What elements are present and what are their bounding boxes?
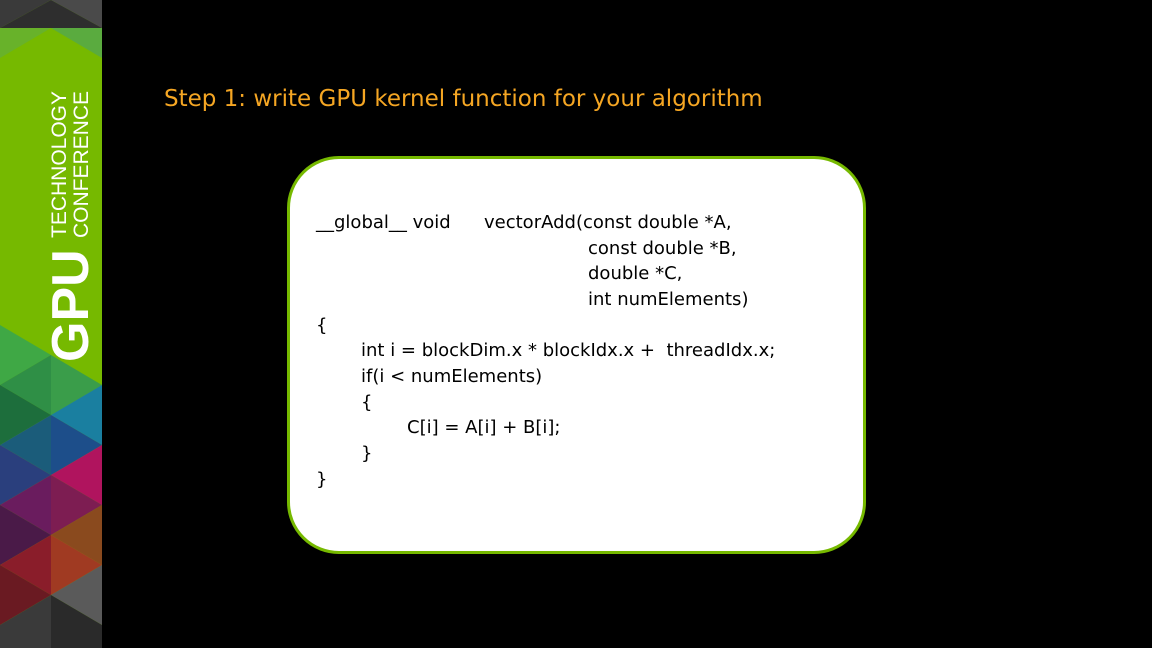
code-line: if(i < numElements) bbox=[361, 366, 543, 387]
sidebar-pattern bbox=[0, 0, 102, 648]
code-line: const double *B, bbox=[588, 238, 737, 259]
code-line: } bbox=[361, 443, 373, 464]
code-line: __global__ void bbox=[316, 212, 451, 233]
conference-sidebar: GPU TECHNOLOGY CONFERENCE bbox=[0, 0, 102, 648]
code-line: { bbox=[316, 315, 328, 336]
code-line: int i = blockDim.x * blockIdx.x + thread… bbox=[361, 340, 776, 361]
code-line: double *C, bbox=[588, 263, 683, 284]
code-line: { bbox=[361, 392, 373, 413]
code-line: } bbox=[316, 469, 328, 490]
code-line: int numElements) bbox=[588, 289, 749, 310]
slide: GPU TECHNOLOGY CONFERENCE Step 1: write … bbox=[0, 0, 1152, 648]
code-line: vectorAdd(const double *A, bbox=[484, 212, 732, 233]
code-panel: __global__ void vectorAdd(const double *… bbox=[287, 156, 866, 554]
code-line: C[i] = A[i] + B[i]; bbox=[407, 417, 561, 438]
code-block: __global__ void vectorAdd(const double *… bbox=[290, 159, 863, 551]
slide-title: Step 1: write GPU kernel function for yo… bbox=[164, 86, 763, 112]
